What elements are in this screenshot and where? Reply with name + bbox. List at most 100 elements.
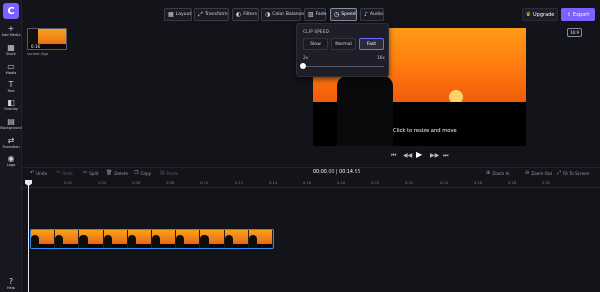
- media-duration: 0:16: [30, 44, 41, 49]
- paste-icon: ▤: [160, 170, 165, 176]
- ruler-label: 0:02: [64, 181, 73, 185]
- left-sidebar: C + Add Media ▦ Stock ▭ Media T Text ◧ O…: [0, 0, 22, 292]
- zoom-out-button[interactable]: ⊖ Zoom Out: [525, 170, 552, 176]
- tool-fade[interactable]: ▨ Fade: [304, 8, 326, 21]
- timeline-toolbar: ↶ Undo ↷ Redo ✂ Split 🗑 Delete ❐ Copy ▤ …: [22, 167, 600, 179]
- app-logo[interactable]: C: [3, 3, 19, 19]
- playhead-line[interactable]: [28, 183, 29, 292]
- clip-frame: [127, 230, 153, 248]
- skip-forward-icon[interactable]: ⏭: [443, 152, 448, 160]
- ruler-label: 0:22: [405, 181, 414, 185]
- clip-frame: [248, 230, 273, 248]
- tool-filters[interactable]: ◐ Filters: [232, 8, 259, 21]
- trash-icon: 🗑: [106, 170, 113, 176]
- ruler-label: 0:28: [508, 181, 517, 185]
- ruler-label: 0:20: [371, 181, 380, 185]
- transition-icon: ⇄: [7, 136, 15, 145]
- ruler-label: 0:12: [235, 181, 244, 185]
- current-time: 00:00: [313, 170, 327, 175]
- copy-icon: ❐: [134, 170, 139, 176]
- delete-button[interactable]: 🗑 Delete: [106, 170, 128, 176]
- ruler-label: 0:08: [166, 181, 175, 185]
- ruler-label: 0:06: [132, 181, 141, 185]
- audio-icon: ♪: [364, 10, 368, 18]
- sidebar-item-logo[interactable]: ◉ Logo: [0, 154, 22, 168]
- logo-icon: ◉: [7, 154, 15, 163]
- speed-icon: ◷: [334, 10, 340, 18]
- ruler-label: 0:16: [303, 181, 312, 185]
- clip-frame: [55, 230, 80, 248]
- redo-icon: ↷: [56, 170, 61, 176]
- background-icon: ▤: [7, 117, 15, 126]
- sidebar-item-add-media[interactable]: + Add Media: [0, 24, 22, 38]
- resize-hint: Click to resize and move: [393, 128, 457, 134]
- sidebar-item-background[interactable]: ▤ Background: [0, 117, 22, 131]
- redo-button[interactable]: ↷ Redo: [56, 170, 73, 176]
- sidebar-item-help[interactable]: ? Help: [0, 277, 22, 291]
- fit-screen-icon: ⤢: [557, 170, 562, 176]
- aspect-ratio-button[interactable]: 16:9: [567, 28, 582, 37]
- ruler-label: 0:18: [337, 181, 346, 185]
- tool-color-balance[interactable]: ◑ Color Balance: [261, 8, 304, 21]
- sidebar-item-stock[interactable]: ▦ Stock: [0, 43, 22, 57]
- speed-option-fast[interactable]: Fast: [359, 38, 384, 50]
- timeline-video-clip[interactable]: [30, 229, 274, 249]
- ruler-label: 0:14: [269, 181, 278, 185]
- speed-option-slow[interactable]: Slow: [303, 38, 328, 50]
- clip-frame: [200, 230, 225, 248]
- filters-icon: ◐: [236, 10, 242, 18]
- upgrade-button[interactable]: ♛ Upgrade: [522, 8, 558, 21]
- speed-slider-handle[interactable]: [300, 63, 306, 69]
- undo-icon: ↶: [30, 170, 35, 176]
- plus-icon: +: [7, 24, 15, 33]
- crown-icon: ♛: [525, 11, 531, 18]
- step-back-icon[interactable]: ◀◀: [403, 152, 412, 159]
- sidebar-item-transition[interactable]: ⇄ Transition: [0, 136, 22, 150]
- timecode: 00:00.00 | 00:14.55: [313, 170, 361, 175]
- layout-icon: ▦: [168, 10, 174, 18]
- speed-slider-track[interactable]: [303, 66, 384, 67]
- copy-button[interactable]: ❐ Copy: [134, 170, 151, 176]
- play-icon[interactable]: ▶: [416, 150, 422, 159]
- zoom-in-button[interactable]: ⊕ Zoom In: [486, 170, 510, 176]
- tool-transform[interactable]: ⤢ Transform: [194, 8, 229, 21]
- clip-frame: [31, 230, 56, 248]
- tool-speed[interactable]: ◷ Speed: [330, 8, 357, 21]
- fade-icon: ▨: [308, 10, 314, 18]
- scissors-icon: ✂: [83, 170, 88, 176]
- step-forward-icon[interactable]: ▶▶: [430, 152, 439, 159]
- tool-audio[interactable]: ♪ Audio: [360, 8, 384, 21]
- text-icon: T: [8, 80, 14, 89]
- help-icon: ?: [8, 277, 14, 286]
- media-filename: sunset.3gp: [27, 51, 49, 56]
- sidebar-item-media[interactable]: ▭ Media: [0, 62, 22, 76]
- fit-to-screen-button[interactable]: ⤢ Fit To Screen: [557, 170, 589, 176]
- sidebar-item-overlay[interactable]: ◧ Overlay: [0, 98, 22, 112]
- overlay-icon: ◧: [7, 98, 15, 107]
- paste-button[interactable]: ▤ Paste: [160, 170, 178, 176]
- speed-popover: CLIP SPEED Slow Normal Fast 2x 16x: [296, 23, 389, 77]
- slider-max-label: 16x: [377, 55, 385, 60]
- slider-min-label: 2x: [303, 55, 309, 60]
- folder-icon: ▭: [7, 62, 15, 71]
- preview-silhouette: [337, 76, 393, 146]
- tool-layout[interactable]: ▦ Layout: [164, 8, 192, 21]
- transform-icon: ⤢: [198, 10, 203, 18]
- media-thumbnail[interactable]: 0:16: [27, 28, 67, 50]
- skip-back-icon[interactable]: ⏮: [391, 152, 396, 160]
- ruler-label: 0:30: [542, 181, 551, 185]
- speed-option-normal[interactable]: Normal: [331, 38, 356, 50]
- sidebar-item-text[interactable]: T Text: [0, 80, 22, 94]
- total-time: 00:14: [339, 170, 353, 175]
- undo-button[interactable]: ↶ Undo: [30, 170, 47, 176]
- clip-frame: [224, 230, 249, 248]
- timeline-ruler[interactable]: 0:02 0:04 0:06 0:08 0:10 0:12 0:14 0:16 …: [22, 180, 600, 188]
- color-balance-icon: ◑: [265, 10, 271, 18]
- split-button[interactable]: ✂ Split: [83, 170, 99, 176]
- clip-frame: [152, 230, 177, 248]
- current-frame: .00: [326, 170, 335, 175]
- export-button[interactable]: ⇪ Export: [561, 8, 595, 21]
- total-frame: .55: [352, 170, 361, 175]
- zoom-in-icon: ⊕: [486, 170, 491, 176]
- clip-frame: [103, 230, 128, 248]
